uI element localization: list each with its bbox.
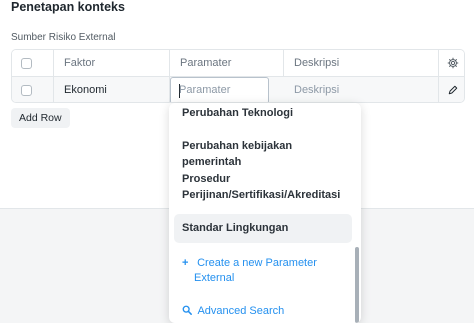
row-edit-cell <box>439 77 464 102</box>
dropdown-option[interactable]: Perubahan Teknologi <box>174 105 352 121</box>
add-row-button[interactable]: Add Row <box>11 108 70 128</box>
column-header-deskripsi: Deskripsi <box>284 50 439 77</box>
dropdown-option-line2[interactable]: Perijinan/Sertifikasi/Akreditasi <box>174 187 352 203</box>
dropdown-scrollbar[interactable] <box>355 247 359 323</box>
column-header-faktor: Faktor <box>54 50 170 77</box>
paramater-input[interactable]: Paramater <box>170 77 269 102</box>
field-label: Sumber Risiko External <box>11 32 116 43</box>
row-select-cell <box>12 77 54 102</box>
child-table: Faktor Paramater Deskripsi Ekonomi Param… <box>11 49 465 103</box>
advanced-search-label: Advanced Search <box>197 305 285 317</box>
dropdown-option[interactable]: Perubahan kebijakan pemerintah <box>174 138 352 170</box>
pencil-icon[interactable] <box>447 84 459 96</box>
create-new-label-line2[interactable]: External <box>194 271 234 286</box>
cell-faktor[interactable]: Ekonomi <box>54 77 170 102</box>
header-select-cell <box>12 50 54 77</box>
gear-icon[interactable] <box>447 57 459 69</box>
advanced-search-link[interactable]: Advanced Search <box>182 304 284 319</box>
autocomplete-dropdown: Perubahan Teknologi Perubahan kebijakan … <box>169 103 361 323</box>
header-settings-cell <box>439 50 464 77</box>
table-header: Faktor Paramater Deskripsi <box>12 50 464 77</box>
paramater-placeholder: Paramater <box>179 84 231 96</box>
deskripsi-input[interactable]: Deskripsi <box>284 77 439 102</box>
create-new-label-line1: Create a new Parameter <box>197 257 317 269</box>
row-checkbox[interactable] <box>21 85 32 96</box>
select-all-checkbox[interactable] <box>21 58 32 69</box>
plus-icon: + <box>182 257 189 269</box>
section-title: Penetapan konteks <box>11 0 125 14</box>
table-row[interactable]: Ekonomi Paramater Deskripsi <box>12 77 464 102</box>
dropdown-option-line1[interactable]: Prosedur <box>174 171 352 187</box>
create-new-link[interactable]: + Create a new Parameter <box>182 256 317 271</box>
column-header-paramater: Paramater <box>170 50 284 77</box>
search-icon <box>182 305 192 315</box>
dropdown-option-active[interactable]: Standar Lingkungan <box>174 214 352 243</box>
